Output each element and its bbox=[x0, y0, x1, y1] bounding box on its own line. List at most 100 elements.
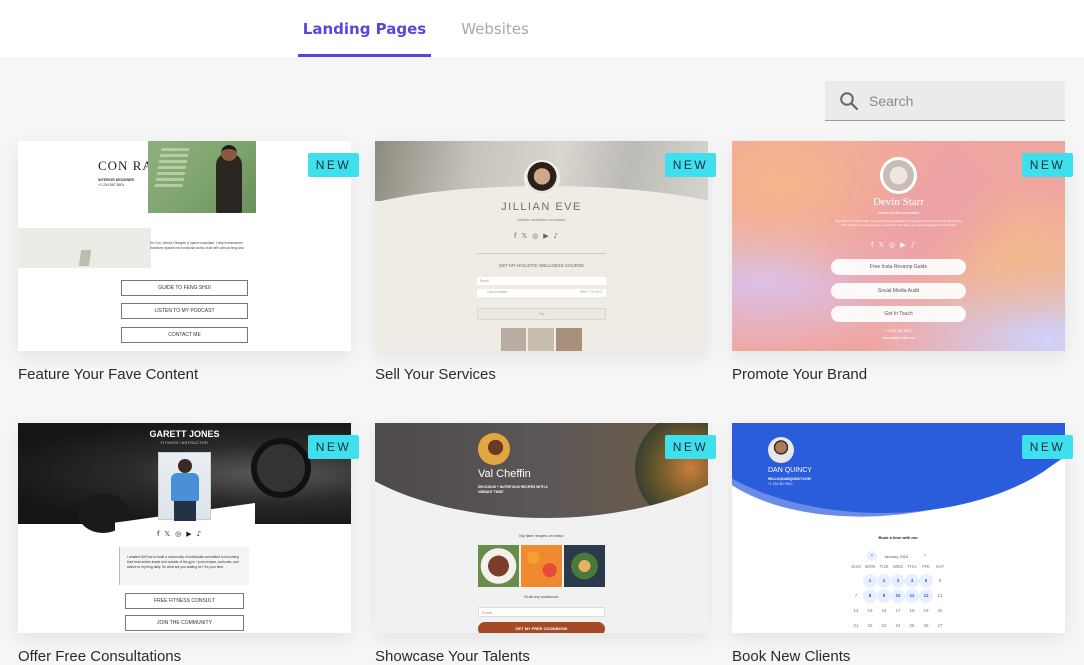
preview-button: Get In Touch bbox=[831, 306, 966, 322]
calendar-day[interactable]: 17 bbox=[891, 604, 905, 618]
preview-avatar bbox=[768, 437, 794, 463]
preview-cta-button: GET MY FREE COOKBOOK bbox=[478, 622, 605, 633]
template-caption[interactable]: Showcase Your Talents bbox=[375, 648, 530, 665]
preview-name: Devin Starr bbox=[872, 196, 924, 208]
calendar-day[interactable]: 14 bbox=[849, 604, 863, 618]
preview-social-icons: f 𝕏 ◎ ▶ ♪ bbox=[871, 241, 916, 249]
preview-image-chair bbox=[18, 228, 151, 268]
calendar-day[interactable]: 1 bbox=[863, 574, 877, 588]
calendar-day[interactable]: 12 bbox=[919, 589, 933, 603]
calendar-day[interactable]: 11 bbox=[905, 589, 919, 603]
calendar-day[interactable]: 24 bbox=[891, 619, 905, 633]
calendar-day[interactable]: 23 bbox=[877, 619, 891, 633]
preview-gallery bbox=[478, 545, 605, 587]
calendar-day[interactable]: 25 bbox=[905, 619, 919, 633]
preview-button: Free Insta Revamp Guide bbox=[831, 259, 966, 275]
search-input[interactable] bbox=[869, 92, 1039, 109]
preview-photo bbox=[158, 452, 211, 521]
calendar-day[interactable]: 10 bbox=[891, 589, 905, 603]
template-preview: JILLIAN EVE holistic wellness consultant… bbox=[375, 141, 708, 351]
template-caption[interactable]: Feature Your Fave Content bbox=[18, 366, 198, 383]
preview-header-image bbox=[375, 423, 708, 518]
calendar-day[interactable]: 2 bbox=[877, 574, 891, 588]
preview-pay-button: Pay bbox=[477, 308, 606, 320]
calendar-day[interactable]: 20 bbox=[933, 604, 947, 618]
preview-card-field: Card number bbox=[487, 290, 508, 294]
preview-subtitle: social media consultant bbox=[877, 210, 920, 215]
calendar-day[interactable]: 21 bbox=[849, 619, 863, 633]
preview-email: HELLO@DANQUINCY.COM bbox=[768, 477, 811, 481]
calendar-days: 1 2 3 4 5 6 7 8 9 10 11 12 13 14 15 16 17 18 19 20 21 22 23 24 2… bbox=[849, 574, 947, 633]
preview-email: myemail@email.com bbox=[882, 336, 915, 340]
calendar-day[interactable]: 4 bbox=[905, 574, 919, 588]
calendar-weekday: WED bbox=[892, 564, 904, 569]
calendar-prev-icon: ‹ bbox=[867, 551, 877, 561]
new-badge: NEW bbox=[665, 153, 716, 177]
template-card-free-consultations[interactable]: GARETT JONES FITNESS INSTRUCTOR f 𝕏 ◎ ▶ ♪ I … bbox=[18, 423, 351, 633]
preview-phone: +1 234 567 8901 bbox=[98, 183, 125, 187]
calendar-day[interactable]: 6 bbox=[933, 574, 947, 588]
calendar-weekday: MON bbox=[864, 564, 876, 569]
template-caption[interactable]: Promote Your Brand bbox=[732, 366, 867, 383]
preview-name: Val Cheffin bbox=[478, 468, 531, 480]
preview-photo bbox=[148, 141, 256, 213]
template-preview: DAN QUINCY HELLO@DANQUINCY.COM +1 234 56… bbox=[732, 423, 1065, 633]
preview-phone: +1 234 567 8901 bbox=[885, 329, 912, 333]
template-caption[interactable]: Book New Clients bbox=[732, 648, 850, 665]
calendar-day[interactable]: 13 bbox=[933, 589, 947, 603]
preview-recipes-label: My fave recipes on Insta: bbox=[519, 533, 564, 538]
template-preview: GARETT JONES FITNESS INSTRUCTOR f 𝕏 ◎ ▶ ♪ I … bbox=[18, 423, 351, 633]
tab-landing-pages[interactable]: Landing Pages bbox=[298, 0, 431, 57]
template-card-feature-content[interactable]: CON RAD INTERIOR DESIGNER +1 234 567 890… bbox=[18, 141, 351, 351]
new-badge: NEW bbox=[665, 435, 716, 459]
calendar-weekday: TUE bbox=[879, 564, 889, 569]
search-box[interactable] bbox=[825, 81, 1065, 121]
calendar-day[interactable]: 5 bbox=[919, 574, 933, 588]
calendar-day[interactable]: 26 bbox=[919, 619, 933, 633]
preview-gallery bbox=[501, 328, 582, 351]
template-card-promote-brand[interactable]: Devin Starr social media consultant Hey … bbox=[732, 141, 1065, 351]
template-caption[interactable]: Offer Free Consultations bbox=[18, 648, 181, 665]
calendar-day bbox=[849, 574, 863, 588]
new-badge: NEW bbox=[308, 153, 359, 177]
calendar-weekday: FRI bbox=[922, 564, 930, 569]
calendar-day[interactable]: 7 bbox=[849, 589, 863, 603]
template-card-book-clients[interactable]: DAN QUINCY HELLO@DANQUINCY.COM +1 234 56… bbox=[732, 423, 1065, 633]
preview-avatar bbox=[880, 157, 917, 194]
preview-avatar bbox=[478, 433, 510, 465]
preview-subtitle: FITNESS INSTRUCTOR bbox=[160, 441, 209, 445]
preview-email-field: Email bbox=[477, 277, 606, 285]
template-preview: Devin Starr social media consultant Hey … bbox=[732, 141, 1065, 351]
template-card-showcase-talents[interactable]: Val Cheffin DELICIOUS + NUTRITIOUS RECIP… bbox=[375, 423, 708, 633]
calendar-weekday: SUN bbox=[851, 564, 861, 569]
preview-button: JOIN THE COMMUNITY bbox=[125, 615, 244, 631]
calendar-day[interactable]: 22 bbox=[863, 619, 877, 633]
calendar-day[interactable]: 27 bbox=[933, 619, 947, 633]
calendar-day[interactable]: 15 bbox=[863, 604, 877, 618]
preview-bio: I created GetTrue to build a community o… bbox=[119, 547, 249, 585]
preview-bio: I'm Con, Interior Designer & space consu… bbox=[150, 241, 244, 250]
calendar-day[interactable]: 3 bbox=[891, 574, 905, 588]
calendar-weekday: SAT bbox=[935, 564, 945, 569]
calendar-weekday: THU bbox=[907, 564, 917, 569]
calendar-day[interactable]: 18 bbox=[905, 604, 919, 618]
preview-name: DAN QUINCY bbox=[768, 467, 812, 474]
preview-button: FREE FITNESS CONSULT bbox=[125, 593, 244, 609]
preview-button: LISTEN TO MY PODCAST bbox=[121, 303, 248, 319]
preview-name: GARETT JONES bbox=[149, 429, 220, 439]
preview-social-icons: f 𝕏 ◎ ▶ ♪ bbox=[157, 530, 202, 538]
search-icon bbox=[840, 91, 859, 110]
template-caption[interactable]: Sell Your Services bbox=[375, 366, 496, 383]
preview-heading: Book a time with me: bbox=[878, 535, 919, 540]
calendar-day[interactable]: 8 bbox=[863, 589, 877, 603]
calendar-day[interactable]: 19 bbox=[919, 604, 933, 618]
template-card-sell-services[interactable]: JILLIAN EVE holistic wellness consultant… bbox=[375, 141, 708, 351]
tab-websites[interactable]: Websites bbox=[450, 0, 540, 57]
template-preview: Val Cheffin DELICIOUS + NUTRITIOUS RECIP… bbox=[375, 423, 708, 633]
preview-subtitle: INTERIOR DESIGNER bbox=[98, 178, 134, 182]
calendar-day[interactable]: 9 bbox=[877, 589, 891, 603]
new-badge: NEW bbox=[1022, 435, 1073, 459]
preview-avatar bbox=[524, 160, 560, 196]
calendar-day[interactable]: 16 bbox=[877, 604, 891, 618]
calendar-next-icon: › bbox=[923, 552, 927, 559]
